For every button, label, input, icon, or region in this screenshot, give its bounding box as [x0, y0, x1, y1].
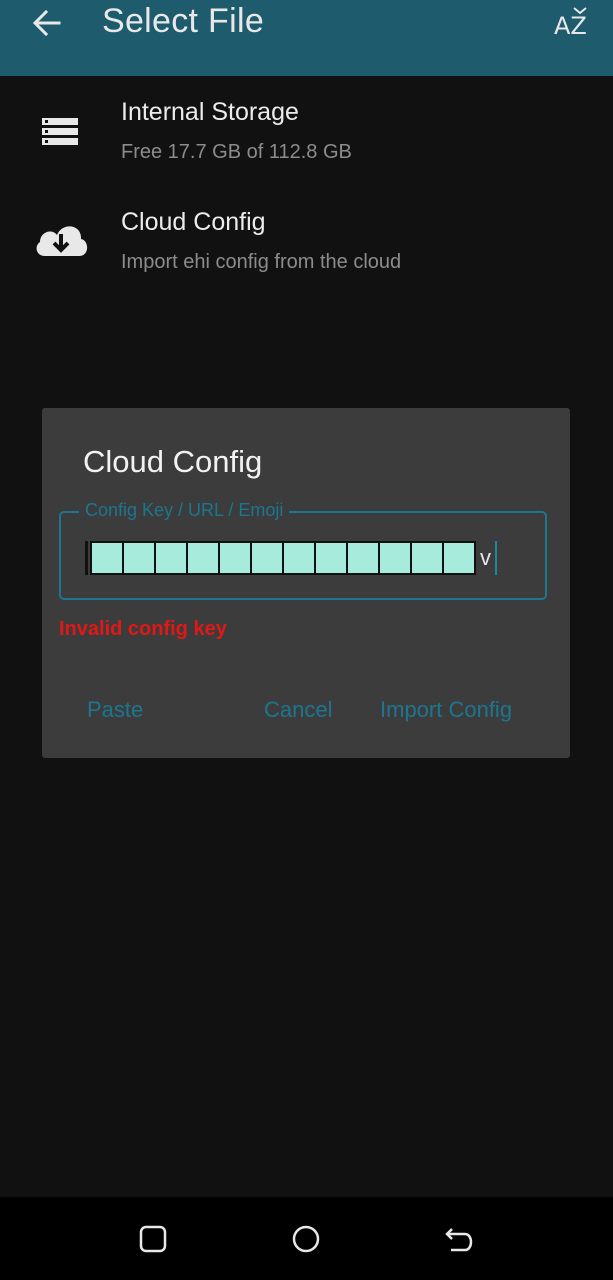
input-trailing-char: v	[480, 545, 491, 570]
glyph-box	[90, 541, 124, 575]
recents-icon[interactable]	[137, 1223, 169, 1255]
home-icon[interactable]	[290, 1223, 322, 1255]
glyph-box	[314, 541, 348, 575]
glyph-box	[250, 541, 284, 575]
system-nav-bar	[0, 1197, 613, 1280]
text-caret	[85, 541, 88, 575]
item-subtitle: Free 17.7 GB of 112.8 GB	[121, 141, 352, 163]
config-key-field[interactable]: Config Key / URL / Emoji v	[59, 500, 547, 600]
app-bar: Select File AZ	[0, 0, 613, 76]
item-title: Cloud Config	[121, 208, 266, 236]
page-title: Select File	[102, 2, 265, 40]
list-item-internal-storage[interactable]: Internal Storage Free 17.7 GB of 112.8 G…	[0, 88, 613, 188]
svg-text:AZ: AZ	[554, 12, 587, 40]
error-message: Invalid config key	[59, 618, 227, 640]
sort-az-icon: AZ	[554, 7, 587, 40]
item-subtitle: Import ehi config from the cloud	[121, 251, 402, 273]
list-item-cloud-config[interactable]: Cloud Config Import ehi config from the …	[0, 198, 613, 298]
glyph-box	[186, 541, 220, 575]
glyph-box	[122, 541, 156, 575]
storage-icon	[42, 118, 78, 145]
cancel-button[interactable]: Cancel	[264, 697, 332, 723]
item-title: Internal Storage	[121, 98, 299, 126]
glyph-box	[442, 541, 476, 575]
field-label: Config Key / URL / Emoji	[79, 500, 290, 521]
glyph-box	[410, 541, 444, 575]
glyph-box	[282, 541, 316, 575]
import-config-button[interactable]: Import Config	[380, 697, 512, 723]
glyph-box	[154, 541, 188, 575]
arrow-left-icon[interactable]	[30, 6, 64, 40]
paste-button[interactable]: Paste	[87, 697, 143, 723]
glyph-box	[346, 541, 380, 575]
back-icon[interactable]	[443, 1223, 475, 1255]
glyph-box	[378, 541, 412, 575]
sort-az-button[interactable]: AZ	[552, 6, 592, 42]
cloud-config-dialog: Cloud Config Config Key / URL / Emoji v …	[42, 408, 570, 758]
input-cursor	[495, 541, 497, 575]
cloud-download-icon	[36, 226, 88, 256]
dialog-title: Cloud Config	[83, 444, 263, 479]
config-key-input[interactable]: v	[85, 540, 515, 576]
glyph-box	[218, 541, 252, 575]
